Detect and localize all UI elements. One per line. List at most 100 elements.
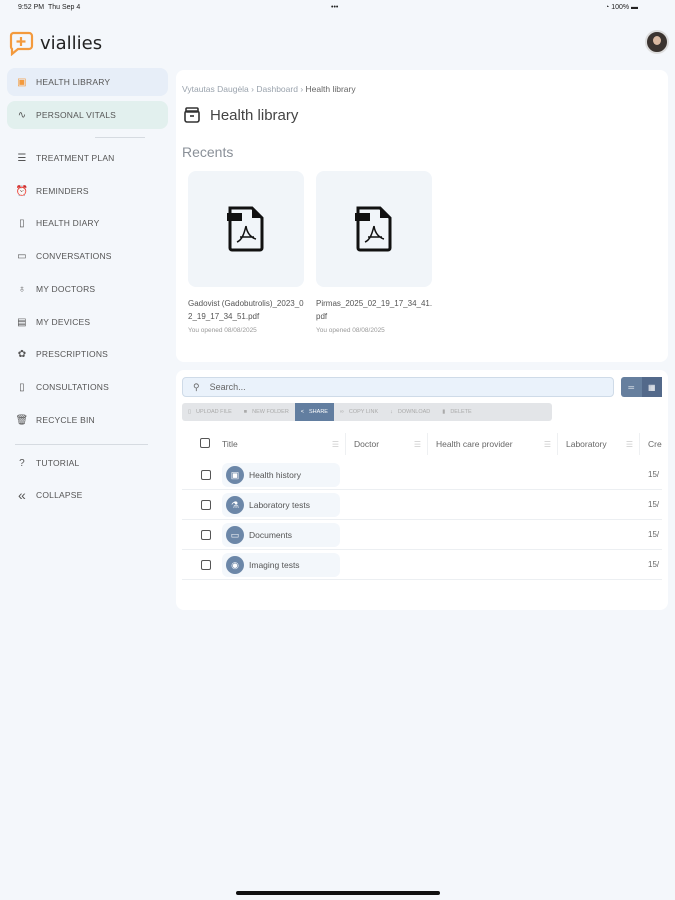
sidebar-item-my-doctors[interactable]: ♁ MY DOCTORS: [7, 275, 168, 303]
sidebar-item-personal-vitals[interactable]: ∿ PERSONAL VITALS: [7, 101, 168, 129]
column-menu-icon[interactable]: ☰: [414, 440, 421, 449]
column-menu-icon[interactable]: ☰: [626, 440, 633, 449]
sidebar-item-health-library[interactable]: ▣ HEALTH LIBRARY: [7, 68, 168, 96]
sidebar-item-my-devices[interactable]: ▤ MY DEVICES: [7, 308, 168, 336]
recents-heading: Recents: [182, 144, 234, 160]
share-icon: <: [300, 409, 305, 415]
page-title: Health library: [210, 106, 299, 124]
list-view-button[interactable]: ═: [621, 377, 642, 397]
sidebar-item-collapse[interactable]: « COLLAPSE: [7, 481, 168, 509]
sidebar-item-label: CONSULTATIONS: [36, 382, 109, 392]
column-label: Title: [222, 439, 238, 449]
sidebar-item-reminders[interactable]: ⏰ REMINDERS: [7, 177, 168, 205]
table-row[interactable]: ⚗ Laboratory tests 15/: [182, 490, 662, 520]
stethoscope-icon: ♁: [18, 283, 26, 295]
pulse-icon: ∿: [17, 109, 27, 121]
search-input[interactable]: ⚲ Search...: [182, 377, 614, 397]
folder-chip[interactable]: ⚗ Laboratory tests: [222, 493, 340, 517]
breadcrumb-dashboard[interactable]: Dashboard: [256, 84, 298, 94]
share-button[interactable]: < SHARE: [294, 403, 334, 421]
multitask-dots[interactable]: •••: [331, 4, 338, 11]
divider: [95, 137, 145, 138]
sidebar-item-label: MY DOCTORS: [36, 284, 96, 294]
sidebar-item-label: REMINDERS: [36, 186, 89, 196]
battery-level: 100%: [611, 4, 630, 11]
sidebar-item-consultations[interactable]: ▯ CONSULTATIONS: [7, 373, 168, 401]
book-open-icon: ▯: [19, 381, 25, 393]
upload-file-button[interactable]: ▯ UPLOAD FILE: [182, 403, 238, 421]
archive-icon: [184, 107, 200, 123]
sidebar-item-label: PRESCRIPTIONS: [36, 349, 109, 359]
sidebar-nav: ▣ HEALTH LIBRARY ∿ PERSONAL VITALS ☰ TREATM…: [7, 0, 168, 900]
download-icon: ↓: [390, 409, 393, 415]
pills-icon: ✿: [17, 348, 27, 360]
book-icon: ▯: [19, 217, 25, 229]
row-checkbox[interactable]: [201, 530, 211, 540]
sidebar-item-label: HEALTH DIARY: [36, 218, 100, 228]
folder-title: Imaging tests: [249, 560, 300, 570]
folder-title: Laboratory tests: [249, 500, 310, 510]
flask-icon: ⚗: [226, 496, 244, 514]
trash-icon: ▮: [442, 409, 446, 415]
column-header-created[interactable]: Cre: [642, 433, 662, 455]
sidebar-item-treatment-plan[interactable]: ☰ TREATMENT PLAN: [7, 144, 168, 172]
sidebar-item-conversations[interactable]: ▭ CONVERSATIONS: [7, 242, 168, 270]
sidebar-item-recycle-bin[interactable]: 🗑 RECYCLE BIN: [7, 406, 168, 434]
column-header-laboratory[interactable]: Laboratory ☰: [560, 433, 640, 455]
file-icon: ▯: [188, 409, 192, 415]
link-icon: ∞: [339, 409, 344, 415]
button-label: SHARE: [309, 409, 328, 415]
folder-chip[interactable]: ▭ Documents: [222, 523, 340, 547]
archive-icon: ▣: [226, 466, 244, 484]
battery: ◔ 100% ▬: [605, 4, 639, 11]
page-header: Health library: [183, 106, 298, 124]
breadcrumb-current: Health library: [305, 84, 356, 94]
sidebar-item-tutorial[interactable]: ? TUTORIAL: [7, 449, 168, 477]
download-button[interactable]: ↓ DOWNLOAD: [384, 403, 436, 421]
folder-chip[interactable]: ◉ Imaging tests: [222, 553, 340, 577]
folder-icon: ▭: [226, 526, 244, 544]
action-toolbar: ▯ UPLOAD FILE ■ NEW FOLDER < SHARE ∞ COPY LI…: [182, 403, 552, 421]
column-header-title[interactable]: Title ☰: [216, 433, 346, 455]
column-header-doctor[interactable]: Doctor ☰: [348, 433, 428, 455]
alarm-icon: ⏰: [15, 185, 29, 197]
grid-view-button[interactable]: ▦: [641, 377, 662, 397]
breadcrumb-user[interactable]: Vytautas Daugėla: [182, 84, 249, 94]
divider: [15, 444, 148, 445]
sidebar-item-health-diary[interactable]: ▯ HEALTH DIARY: [7, 209, 168, 237]
table-row[interactable]: ◉ Imaging tests 15/: [182, 550, 662, 580]
table-row[interactable]: ▣ Health history 15/: [182, 460, 662, 490]
file-name: Gadovist (Gadobutrolis)_2023_02_19_17_34…: [188, 299, 304, 321]
row-checkbox[interactable]: [201, 470, 211, 480]
created-date: 15/: [648, 500, 660, 509]
column-menu-icon[interactable]: ☰: [332, 440, 339, 449]
sidebar-item-prescriptions[interactable]: ✿ PRESCRIPTIONS: [7, 340, 168, 368]
created-date: 15/: [648, 470, 660, 479]
select-all-checkbox[interactable]: [200, 438, 210, 448]
button-label: NEW FOLDER: [252, 409, 289, 415]
device-icon: ▤: [17, 316, 27, 328]
folder-chip[interactable]: ▣ Health history: [222, 463, 340, 487]
new-folder-button[interactable]: ■ NEW FOLDER: [238, 403, 295, 421]
delete-button[interactable]: ▮ DELETE: [436, 403, 477, 421]
column-header-health-care-provider[interactable]: Health care provider ☰: [430, 433, 558, 455]
view-toggle: ═ ▦: [621, 377, 662, 397]
sidebar-item-label: TREATMENT PLAN: [36, 153, 115, 163]
folder-title: Documents: [249, 530, 292, 540]
pdf-icon: [355, 206, 392, 252]
search-placeholder: Search...: [209, 382, 246, 392]
button-label: UPLOAD FILE: [196, 409, 232, 415]
row-checkbox[interactable]: [201, 560, 211, 570]
recent-file-card[interactable]: Gadovist (Gadobutrolis)_2023_02_19_17_34…: [188, 171, 308, 334]
copy-link-button[interactable]: ∞ COPY LINK: [334, 403, 384, 421]
home-indicator[interactable]: [236, 891, 440, 895]
created-date: 15/: [648, 560, 660, 569]
column-menu-icon[interactable]: ☰: [544, 440, 551, 449]
pdf-thumbnail: [316, 171, 432, 287]
sidebar-item-label: HEALTH LIBRARY: [36, 77, 111, 87]
user-avatar[interactable]: [645, 30, 669, 54]
table-row[interactable]: ▭ Documents 15/: [182, 520, 662, 550]
folder-icon: ■: [243, 409, 248, 415]
row-checkbox[interactable]: [201, 500, 211, 510]
recent-file-card[interactable]: Pirmas_2025_02_19_17_34_41.pdf You opene…: [316, 171, 436, 334]
